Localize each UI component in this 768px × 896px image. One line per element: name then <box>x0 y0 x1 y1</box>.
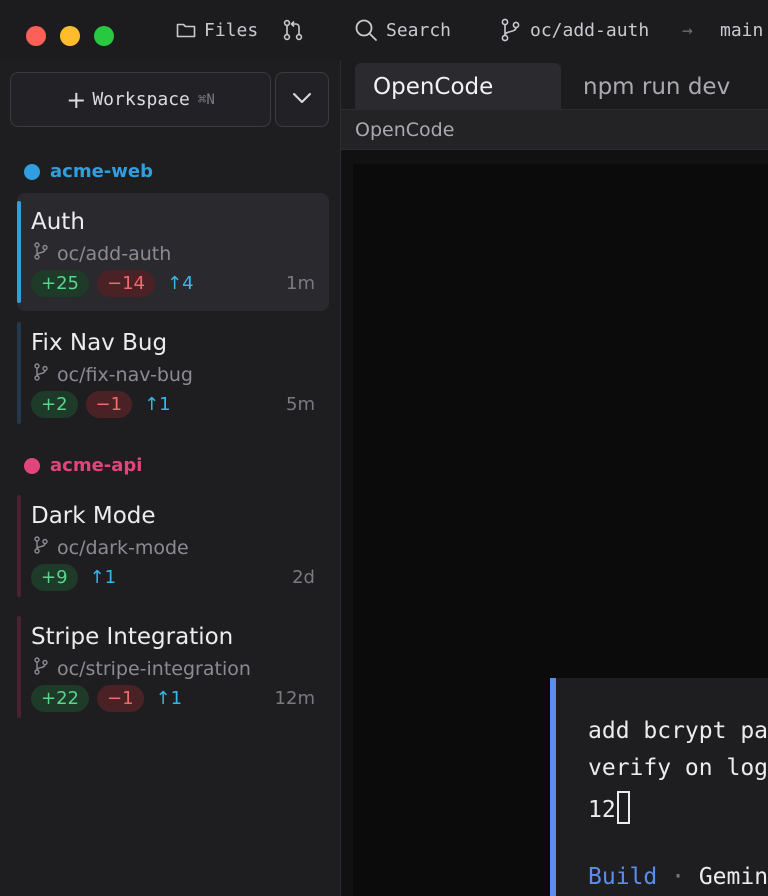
project-color-dot <box>24 163 40 180</box>
tab-opencode[interactable]: OpenCode <box>355 63 561 110</box>
model-name[interactable]: Gemini <box>699 864 768 890</box>
folder-icon <box>176 21 196 39</box>
lines-removed-badge: −14 <box>97 270 155 297</box>
search-label: Search <box>386 19 452 41</box>
pane-header: OpenCode <box>341 110 768 150</box>
prompt-input[interactable]: add bcrypt pas verify on logi 12 Build ·… <box>550 678 768 896</box>
workspace-title: Auth <box>31 209 85 235</box>
new-workspace-button[interactable]: + Workspace ⌘N <box>10 72 271 127</box>
last-activity-time: 5m <box>286 394 315 415</box>
current-branch[interactable]: oc/add-auth <box>500 17 649 43</box>
branch-name: oc/stripe-integration <box>57 657 251 680</box>
branch-name: oc/dark-mode <box>57 536 189 559</box>
files-label: Files <box>204 19 259 41</box>
pull-request-icon <box>282 19 304 41</box>
pull-request-button[interactable] <box>282 17 304 43</box>
lines-removed-badge: −1 <box>97 685 144 712</box>
minimize-window-button[interactable] <box>60 26 80 46</box>
workspace-item-fix-nav-bug[interactable]: Fix Nav Bug oc/fix-nav-bug +2 −1 ↑1 5m <box>17 314 329 432</box>
workspace-item-auth[interactable]: Auth oc/add-auth +25 −14 ↑4 1m <box>17 193 329 311</box>
tab-npm-run-dev[interactable]: npm run dev <box>565 63 748 110</box>
diff-stats: +22 −1 ↑1 <box>31 685 182 712</box>
plus-icon: + <box>66 85 87 114</box>
prompt-status: Build · Gemini <box>588 864 768 890</box>
prompt-text: 12 <box>588 797 616 823</box>
diff-stats: +9 ↑1 <box>31 564 116 591</box>
lines-added-badge: +9 <box>31 564 78 591</box>
workspace-title: Stripe Integration <box>31 624 234 650</box>
tab-bar: OpenCode npm run dev <box>341 60 768 110</box>
arrow-right-icon: → <box>682 19 693 41</box>
files-button[interactable]: Files <box>176 17 258 43</box>
workspace-shortcut: ⌘N <box>197 91 215 108</box>
text-cursor <box>616 791 630 824</box>
project-name: acme-web <box>50 161 153 182</box>
target-branch[interactable]: main <box>720 17 763 43</box>
search-icon <box>354 18 378 42</box>
title-bar: Files Search oc/add-auth → main <box>0 0 768 60</box>
agent-mode[interactable]: Build <box>588 864 657 890</box>
branch-name: oc/add-auth <box>57 242 172 265</box>
project-group-acme-api[interactable]: acme-api <box>24 455 142 476</box>
commits-ahead: ↑1 <box>89 567 117 588</box>
project-color-dot <box>24 457 40 474</box>
git-branch-icon <box>33 363 49 386</box>
prompt-line: 12 <box>588 791 630 824</box>
prompt-line: verify on logi <box>588 755 768 781</box>
workspace-item-stripe-integration[interactable]: Stripe Integration oc/stripe-integration… <box>17 608 329 726</box>
workspace-indicator <box>17 495 21 597</box>
prompt-line: add bcrypt pas <box>588 718 768 744</box>
git-branch-icon <box>33 657 49 680</box>
workspace-indicator <box>17 616 21 718</box>
sidebar: + Workspace ⌘N acme-web Auth oc/add-auth… <box>0 60 341 896</box>
workspace-branch: oc/dark-mode <box>33 536 189 559</box>
commits-ahead: ↑1 <box>144 394 171 415</box>
commits-ahead: ↑1 <box>155 688 183 709</box>
workspace-item-dark-mode[interactable]: Dark Mode oc/dark-mode +9 ↑1 2d <box>17 487 329 605</box>
pane-title: OpenCode <box>355 118 455 141</box>
last-activity-time: 12m <box>274 688 315 709</box>
workspace-dropdown-button[interactable] <box>275 72 329 127</box>
workspace-label: Workspace <box>92 89 190 110</box>
git-branch-icon <box>33 242 49 265</box>
workspace-indicator <box>17 322 21 424</box>
git-branch-icon <box>33 536 49 559</box>
branch-name: oc/fix-nav-bug <box>57 363 193 386</box>
chevron-down-icon <box>291 90 313 109</box>
main-panel: OpenCode npm run dev OpenCode add bcrypt… <box>341 60 768 896</box>
search-button[interactable]: Search <box>354 17 451 43</box>
lines-added-badge: +25 <box>31 270 89 297</box>
zoom-window-button[interactable] <box>94 26 114 46</box>
lines-added-badge: +2 <box>31 391 78 418</box>
workspace-indicator <box>17 201 21 303</box>
workspace-branch: oc/add-auth <box>33 242 171 265</box>
workspace-branch: oc/fix-nav-bug <box>33 363 193 386</box>
project-group-acme-web[interactable]: acme-web <box>24 161 153 182</box>
last-activity-time: 1m <box>286 273 315 294</box>
branch-name: oc/add-auth <box>530 19 650 41</box>
lines-added-badge: +22 <box>31 685 89 712</box>
close-window-button[interactable] <box>26 26 46 46</box>
last-activity-time: 2d <box>292 567 315 588</box>
diff-stats: +25 −14 ↑4 <box>31 270 194 297</box>
workspace-branch: oc/stripe-integration <box>33 657 251 680</box>
diff-stats: +2 −1 ↑1 <box>31 391 171 418</box>
project-name: acme-api <box>50 455 143 476</box>
separator: · <box>671 864 685 890</box>
commits-ahead: ↑4 <box>167 273 194 294</box>
git-branch-icon <box>500 18 522 42</box>
workspace-title: Dark Mode <box>31 503 156 529</box>
workspace-title: Fix Nav Bug <box>31 330 168 356</box>
lines-removed-badge: −1 <box>85 391 133 418</box>
